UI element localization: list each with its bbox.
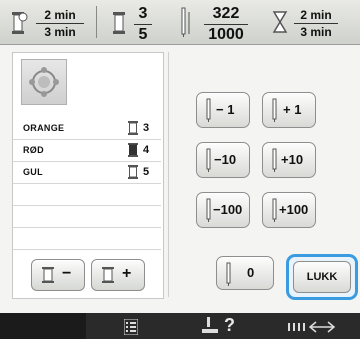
stitch-minus-100-button[interactable]: −100: [196, 192, 250, 228]
stitch-navigation-button[interactable]: [264, 313, 360, 339]
list-icon: [124, 319, 138, 335]
plus-icon: +: [122, 265, 132, 282]
list-item[interactable]: RØD 4: [13, 139, 161, 162]
list-item[interactable]: ORANGE 3: [13, 117, 161, 140]
thread-list-button[interactable]: [86, 313, 177, 339]
divider: [96, 6, 97, 38]
embroidery-edit-screen: 2 min 3 min 3 5 322 1000 2 min 3 min ORA…: [0, 0, 360, 339]
spool-icon: [128, 121, 138, 135]
stitch-arrow-icon: [288, 321, 336, 333]
spool-icon: [128, 143, 138, 157]
spool-icon: [42, 267, 54, 283]
needle-icon: [206, 98, 211, 122]
status-bar: 2 min 3 min 3 5 322 1000 2 min 3 min: [0, 0, 360, 45]
hourglass-icon: [272, 11, 288, 33]
stitch-minus-10-button[interactable]: −10: [196, 142, 250, 178]
stitch-count-group: 322 1000: [178, 0, 268, 44]
remaining-time: 2 min 3 min: [294, 9, 338, 38]
empty-slot: [0, 313, 87, 339]
list-item: [13, 205, 161, 228]
stitch-plus-1-button[interactable]: + 1: [262, 92, 316, 128]
needle-icon: [181, 7, 190, 37]
machine-icon: [202, 317, 218, 333]
list-item: [13, 183, 161, 206]
color-count: 3 5: [134, 6, 152, 43]
list-item: [13, 227, 161, 250]
total-time: 2 min 3 min: [36, 9, 84, 38]
design-thumbnail[interactable]: [21, 59, 67, 105]
next-color-button[interactable]: +: [91, 259, 145, 291]
needle-icon: [272, 148, 277, 172]
needle-icon: [272, 98, 277, 122]
minus-icon: −: [62, 265, 72, 282]
stitch-plus-10-button[interactable]: +10: [262, 142, 316, 178]
remaining-time-group: 2 min 3 min: [270, 0, 360, 44]
stitch-plus-100-button[interactable]: +100: [262, 192, 316, 228]
needle-icon: [206, 148, 211, 172]
close-button-highlight: LUKK: [286, 254, 358, 300]
embroidery-pattern-icon: [29, 67, 59, 97]
bottom-toolbar: ?: [0, 313, 360, 339]
close-button[interactable]: LUKK: [293, 261, 351, 293]
divider: [168, 52, 169, 297]
stitch-minus-1-button[interactable]: − 1: [196, 92, 250, 128]
list-item[interactable]: GUL 5: [13, 161, 161, 184]
stitch-count: 322 1000: [204, 6, 248, 43]
color-count-group: 3 5: [104, 0, 174, 44]
spool-icon: [128, 165, 138, 179]
needle-icon: [226, 262, 231, 286]
spool-icon: [113, 12, 125, 34]
help-icon: ?: [224, 315, 235, 335]
spool-clock-icon: [12, 12, 28, 34]
total-time-group: 2 min 3 min: [0, 0, 92, 44]
spool-icon: [102, 267, 114, 283]
stitch-reset-button[interactable]: 0: [216, 256, 274, 290]
previous-color-button[interactable]: −: [31, 259, 85, 291]
help-button[interactable]: ?: [176, 313, 265, 339]
color-list-panel: ORANGE 3 RØD 4 GUL 5 − +: [12, 52, 164, 299]
